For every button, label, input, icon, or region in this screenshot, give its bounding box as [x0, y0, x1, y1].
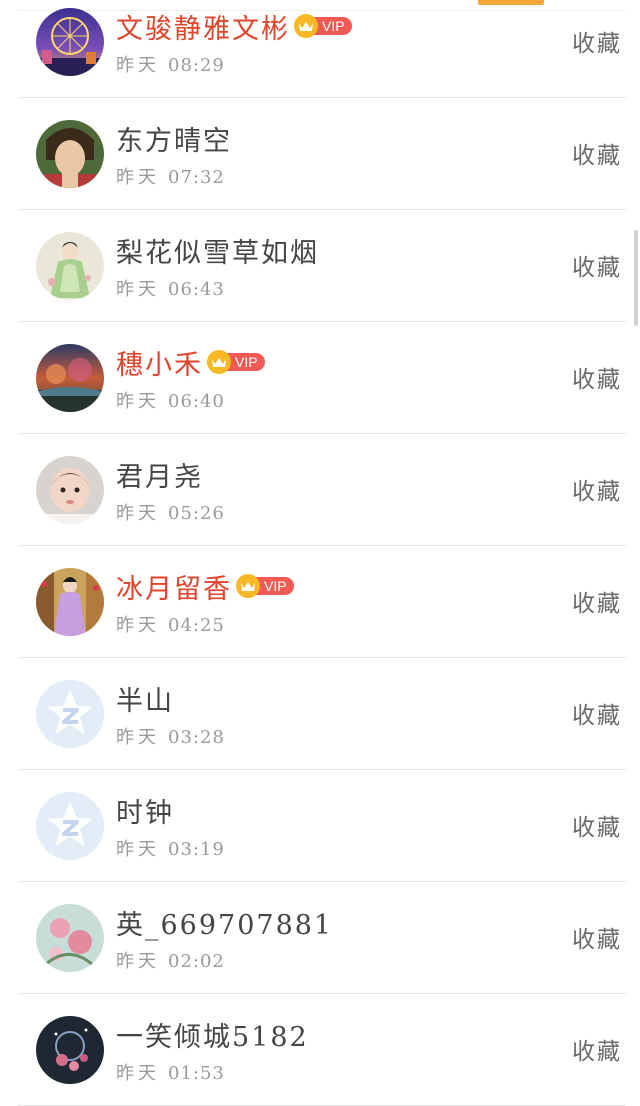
visit-time: 昨天 05:26: [116, 499, 225, 525]
visit-clock: 07:32: [168, 167, 225, 188]
visit-clock: 03:28: [168, 727, 225, 748]
avatar[interactable]: [36, 1016, 104, 1084]
collect-button[interactable]: 收藏: [572, 136, 622, 170]
crown-icon: [236, 574, 260, 598]
name-line: 半山: [116, 678, 174, 718]
visit-day: 昨天: [116, 951, 160, 972]
visit-day: 昨天: [116, 391, 160, 412]
name-line: 穗小禾 VIP: [116, 342, 265, 382]
crown-icon: [207, 350, 231, 374]
avatar[interactable]: [36, 120, 104, 188]
night-blossom-avatar-icon: [36, 1016, 104, 1084]
visit-day: 昨天: [116, 167, 160, 188]
visit-time: 昨天 06:43: [116, 275, 225, 301]
visit-time: 昨天 02:02: [116, 947, 225, 973]
collect-button[interactable]: 收藏: [572, 696, 622, 730]
collect-button[interactable]: 收藏: [572, 24, 622, 58]
visit-time: 昨天 04:25: [116, 611, 225, 637]
name-line: 英_669707881: [116, 902, 333, 942]
list-item[interactable]: 文骏静雅文彬 VIP 昨天 08:29 收藏: [18, 0, 626, 98]
visit-time: 昨天 08:29: [116, 51, 225, 77]
list-item[interactable]: 君月尧 昨天 05:26 收藏: [18, 434, 626, 546]
name-line: 冰月留香 VIP: [116, 566, 294, 606]
name-line: 梨花似雪草如烟: [116, 230, 319, 270]
user-name: 一笑倾城5182: [116, 1021, 309, 1053]
user-name: 穗小禾: [116, 349, 203, 381]
avatar[interactable]: [36, 680, 104, 748]
name-line: 文骏静雅文彬 VIP: [116, 6, 352, 46]
ferris-wheel-avatar-icon: [36, 8, 104, 76]
visit-clock: 01:53: [168, 1063, 225, 1084]
list-item[interactable]: 东方晴空 昨天 07:32 收藏: [18, 98, 626, 210]
collect-button[interactable]: 收藏: [572, 808, 622, 842]
avatar[interactable]: [36, 232, 104, 300]
user-name: 东方晴空: [116, 125, 232, 157]
user-name: 英_669707881: [116, 909, 334, 941]
user-name: 时钟: [116, 797, 174, 829]
visit-day: 昨天: [116, 615, 160, 636]
visit-time: 昨天 03:28: [116, 723, 225, 749]
visit-clock: 06:40: [168, 391, 225, 412]
painted-lady-avatar-icon: [36, 232, 104, 300]
vip-badge: VIP: [294, 14, 352, 38]
name-line: 时钟: [116, 790, 174, 830]
visit-day: 昨天: [116, 727, 160, 748]
user-name: 梨花似雪草如烟: [116, 237, 319, 269]
visit-day: 昨天: [116, 839, 160, 860]
avatar[interactable]: [36, 568, 104, 636]
collect-button[interactable]: 收藏: [572, 920, 622, 954]
default-star-avatar-icon: [36, 680, 104, 748]
name-line: 一笑倾城5182: [116, 1014, 309, 1054]
collect-button[interactable]: 收藏: [572, 360, 622, 394]
list-item[interactable]: 一笑倾城5182 昨天 01:53 收藏: [18, 994, 626, 1106]
user-list: 文骏静雅文彬 VIP 昨天 08:29 收藏 东方晴空 昨天 07:32 收藏 …: [0, 0, 640, 1106]
list-item[interactable]: 冰月留香 VIP 昨天 04:25 收藏: [18, 546, 626, 658]
list-item[interactable]: 穗小禾 VIP 昨天 06:40 收藏: [18, 322, 626, 434]
baby-photo-avatar-icon: [36, 456, 104, 524]
visit-clock: 02:02: [168, 951, 225, 972]
name-line: 东方晴空: [116, 118, 232, 158]
user-name: 半山: [116, 685, 174, 717]
visit-time: 昨天 06:40: [116, 387, 225, 413]
user-name: 君月尧: [116, 461, 203, 493]
avatar[interactable]: [36, 8, 104, 76]
collect-button[interactable]: 收藏: [572, 248, 622, 282]
scrollbar[interactable]: [634, 230, 638, 326]
visit-clock: 05:26: [168, 503, 225, 524]
visit-time: 昨天 03:19: [116, 835, 225, 861]
visit-clock: 06:43: [168, 279, 225, 300]
avatar[interactable]: [36, 456, 104, 524]
visit-day: 昨天: [116, 55, 160, 76]
collect-button[interactable]: 收藏: [572, 584, 622, 618]
visit-clock: 08:29: [168, 55, 225, 76]
anime-man-avatar-icon: [36, 120, 104, 188]
list-item[interactable]: 时钟 昨天 03:19 收藏: [18, 770, 626, 882]
collect-button[interactable]: 收藏: [572, 1032, 622, 1066]
visit-day: 昨天: [116, 279, 160, 300]
avatar[interactable]: [36, 344, 104, 412]
visit-clock: 03:19: [168, 839, 225, 860]
collect-button[interactable]: 收藏: [572, 472, 622, 506]
list-item[interactable]: 英_669707881 昨天 02:02 收藏: [18, 882, 626, 994]
visit-time: 昨天 07:32: [116, 163, 225, 189]
flower-painting-avatar-icon: [36, 904, 104, 972]
vip-badge: VIP: [207, 350, 265, 374]
default-star-avatar-icon: [36, 792, 104, 860]
crown-icon: [294, 14, 318, 38]
name-line: 君月尧: [116, 454, 203, 494]
avatar[interactable]: [36, 792, 104, 860]
user-name: 文骏静雅文彬: [116, 13, 290, 45]
costume-lady-avatar-icon: [36, 568, 104, 636]
list-item[interactable]: 梨花似雪草如烟 昨天 06:43 收藏: [18, 210, 626, 322]
user-name: 冰月留香: [116, 573, 232, 605]
visit-clock: 04:25: [168, 615, 225, 636]
visit-day: 昨天: [116, 1063, 160, 1084]
sunset-landscape-avatar-icon: [36, 344, 104, 412]
visit-time: 昨天 01:53: [116, 1059, 225, 1085]
visit-day: 昨天: [116, 503, 160, 524]
list-item[interactable]: 半山 昨天 03:28 收藏: [18, 658, 626, 770]
avatar[interactable]: [36, 904, 104, 972]
vip-badge: VIP: [236, 574, 294, 598]
